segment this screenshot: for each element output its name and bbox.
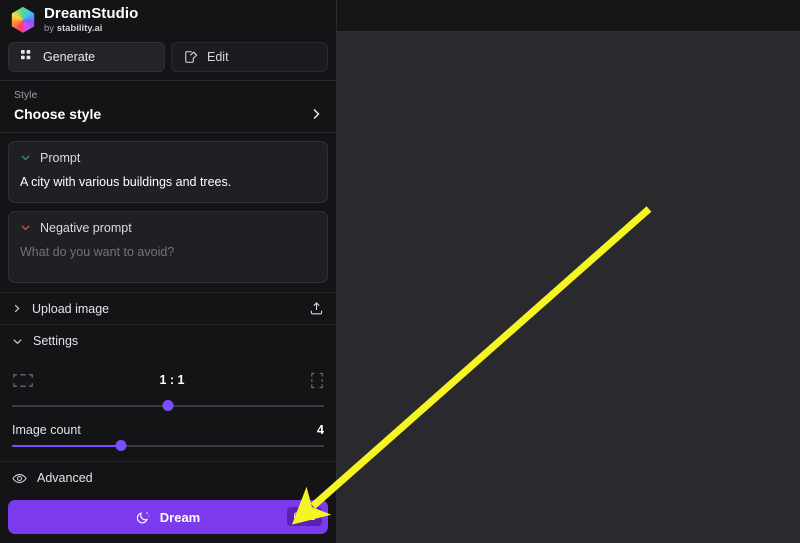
brand-by-text: by: [44, 23, 57, 34]
slider-thumb[interactable]: [163, 400, 174, 411]
image-count-value: 4: [317, 423, 324, 437]
moon-icon: [136, 510, 151, 525]
brand-company-name: stability.ai: [57, 23, 103, 34]
advanced-row[interactable]: Advanced: [0, 461, 336, 494]
image-count-row: Image count 4: [12, 423, 324, 437]
divider: [0, 132, 336, 133]
dream-button[interactable]: Dream 0.91: [8, 500, 328, 534]
canvas-area[interactable]: [337, 32, 800, 543]
app-title: DreamStudio: [44, 6, 138, 21]
advanced-label: Advanced: [37, 471, 324, 485]
slider-thumb[interactable]: [116, 440, 127, 451]
prompt-title: Prompt: [40, 151, 80, 165]
style-value: Choose style: [14, 106, 322, 122]
slider-fill: [12, 445, 121, 447]
aspect-ratio-slider[interactable]: [12, 399, 324, 413]
eye-icon: [12, 473, 27, 484]
upload-image-row[interactable]: Upload image: [0, 292, 336, 325]
grid-icon: [21, 50, 34, 63]
settings-row[interactable]: Settings: [0, 324, 336, 357]
dream-button-wrap: Dream 0.91: [0, 494, 336, 543]
image-count-slider[interactable]: [12, 439, 324, 453]
tab-generate-label: Generate: [43, 50, 95, 64]
chevron-right-icon: [310, 107, 322, 121]
chevron-right-icon: [12, 303, 22, 314]
tab-edit-label: Edit: [207, 50, 229, 64]
style-selector[interactable]: Style Choose style: [0, 81, 336, 132]
image-count-label: Image count: [12, 423, 81, 437]
prompt-input[interactable]: A city with various buildings and trees.: [20, 174, 316, 191]
settings-label: Settings: [33, 334, 324, 348]
tab-generate[interactable]: Generate: [8, 42, 165, 72]
mode-tabs: Generate Edit: [0, 38, 336, 80]
tab-edit[interactable]: Edit: [171, 42, 328, 72]
style-label: Style: [14, 89, 322, 101]
brand-header: DreamStudio by stability.ai: [0, 0, 336, 38]
prompt-card[interactable]: Prompt A city with various buildings and…: [8, 141, 328, 203]
dreamstudio-window: DreamStudio by stability.ai Generate: [0, 0, 800, 543]
negative-prompt-input[interactable]: What do you want to avoid?: [20, 244, 316, 261]
credit-badge[interactable]: 0.91: [287, 507, 322, 526]
settings-panel: 1 : 1 Image count 4: [0, 357, 336, 461]
aspect-ratio-value: 1 : 1: [159, 373, 184, 387]
brand-subtitle: by stability.ai: [44, 24, 138, 34]
negative-prompt-title: Negative prompt: [40, 221, 132, 235]
landscape-frame-icon[interactable]: [12, 372, 34, 389]
aspect-ratio-row: 1 : 1: [12, 363, 324, 397]
upload-icon[interactable]: [309, 301, 324, 316]
pencil-square-icon: [184, 50, 198, 64]
negative-prompt-card[interactable]: Negative prompt What do you want to avoi…: [8, 211, 328, 283]
chevron-down-icon[interactable]: [20, 152, 31, 163]
upload-image-label: Upload image: [32, 302, 299, 316]
hexagon-gradient-logo-icon: [10, 7, 36, 33]
chevron-down-icon: [12, 336, 23, 347]
dream-label: Dream: [160, 510, 200, 525]
portrait-frame-icon[interactable]: [310, 371, 324, 390]
left-sidebar: DreamStudio by stability.ai Generate: [0, 0, 337, 543]
chevron-down-icon[interactable]: [20, 222, 31, 233]
